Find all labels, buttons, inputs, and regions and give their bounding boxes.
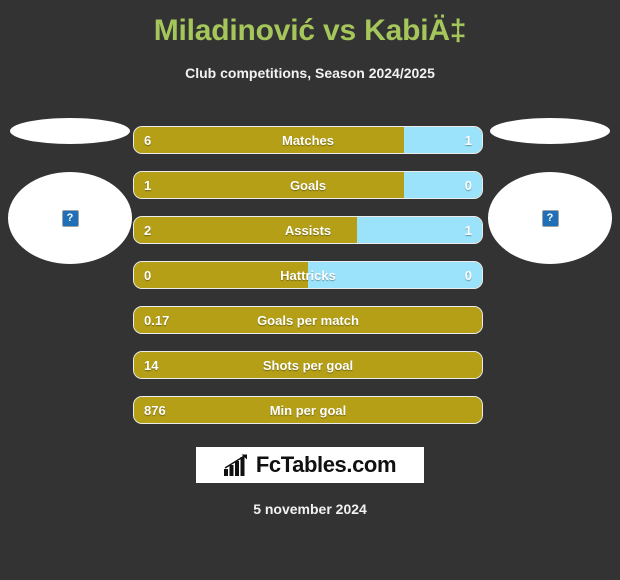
- fctables-logo: FcTables.com: [196, 447, 424, 483]
- stat-label: Shots per goal: [262, 357, 354, 373]
- stat-bar-row: 6 Matches 1: [133, 126, 483, 154]
- stat-away-value: 0: [464, 177, 472, 193]
- comparison-infographic: Miladinović vs KabiÄ‡ Club competitions,…: [0, 0, 620, 580]
- stat-bar-row: 0.17 Goals per match: [133, 306, 483, 334]
- broken-image-icon: ?: [61, 209, 79, 227]
- stat-bar-row: 2 Assists 1: [133, 216, 483, 244]
- stat-bar-row: 0 Hattricks 0: [133, 261, 483, 289]
- player-away-avatar: ?: [488, 172, 612, 264]
- page-subtitle: Club competitions, Season 2024/2025: [185, 65, 435, 81]
- stat-away-value: 1: [464, 222, 472, 238]
- bar-chart-arrow-icon: [223, 454, 247, 476]
- stat-label: Assists: [284, 222, 332, 238]
- stat-label: Matches: [281, 132, 335, 148]
- player-home-name-plate: [10, 118, 130, 144]
- stat-bar-row: 14 Shots per goal: [133, 351, 483, 379]
- player-home-avatar: ?: [8, 172, 132, 264]
- player-away-name-plate: [490, 118, 610, 144]
- stat-label: Hattricks: [280, 267, 336, 283]
- generated-date: 5 november 2024: [253, 501, 367, 517]
- stat-label: Min per goal: [269, 402, 347, 418]
- stat-bar-row: 1 Goals 0: [133, 171, 483, 199]
- stat-bar-list: 6 Matches 1 1 Goals 0 2 Assists 1 0 Hattricks 0 0.17…: [133, 126, 483, 441]
- fctables-logo-text: FcTables.com: [255, 452, 397, 477]
- player-home-panel: ?: [8, 118, 132, 264]
- broken-image-icon: ?: [541, 209, 559, 227]
- stat-bar-row: 876 Min per goal: [133, 396, 483, 424]
- stat-away-value: 0: [464, 267, 472, 283]
- stat-label: Goals: [289, 177, 327, 193]
- page-title: Miladinović vs KabiÄ‡: [153, 14, 467, 47]
- stat-away-value: 1: [464, 132, 472, 148]
- player-away-panel: ?: [488, 118, 612, 264]
- stat-label: Goals per match: [257, 312, 359, 328]
